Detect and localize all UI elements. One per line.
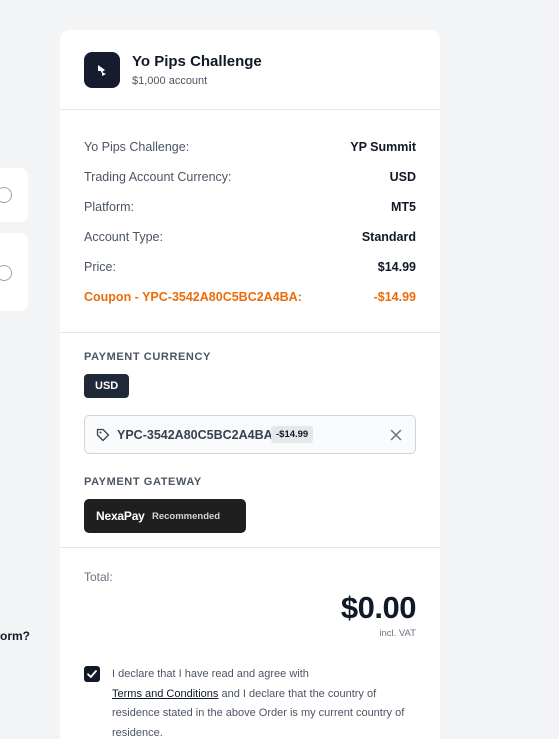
- total-label: Total:: [84, 570, 113, 584]
- order-summary-card: Yo Pips Challenge $1,000 account Yo Pips…: [60, 30, 440, 739]
- terms-link[interactable]: Terms and Conditions: [112, 688, 218, 700]
- recommended-badge: Recommended: [152, 511, 221, 522]
- detail-value: Standard: [361, 230, 416, 244]
- close-icon[interactable]: [389, 428, 403, 442]
- detail-row: Platform: MT5: [84, 192, 416, 222]
- account-size: $1,000 account: [132, 75, 208, 87]
- plan-option-card[interactable]: [0, 233, 28, 311]
- declaration: I declare that I have read and agree wit…: [84, 665, 416, 739]
- coupon-code: YPC-3542A80C5BC2A4BA: [117, 428, 273, 442]
- detail-label: Trading Account Currency:: [84, 170, 232, 184]
- detail-label: Platform:: [84, 200, 135, 214]
- detail-row: Account Type: Standard: [84, 222, 416, 252]
- total-section: Total: $0.00 incl. VAT I declare that I …: [60, 548, 440, 739]
- order-details: Yo Pips Challenge: YP Summit Trading Acc…: [60, 110, 440, 333]
- coupon-discount-badge: -$14.99: [271, 426, 314, 443]
- detail-value: $14.99: [377, 260, 416, 274]
- radio-button[interactable]: [0, 265, 12, 281]
- currency-usd-button[interactable]: USD: [84, 374, 130, 398]
- detail-value: USD: [389, 170, 416, 184]
- detail-value: YP Summit: [350, 140, 416, 154]
- radio-button[interactable]: [0, 187, 12, 203]
- detail-row: Price: $14.99: [84, 252, 416, 282]
- declaration-checkbox[interactable]: [84, 666, 100, 682]
- nexapay-gateway-button[interactable]: NexaPay Recommended: [84, 499, 246, 533]
- gateway-name: NexaPay: [96, 509, 145, 523]
- detail-value: MT5: [391, 200, 416, 214]
- tag-icon: [96, 428, 110, 447]
- detail-row: Yo Pips Challenge: YP Summit: [84, 132, 416, 162]
- order-header: Yo Pips Challenge $1,000 account: [60, 30, 440, 110]
- coupon-label: Coupon - YPC-3542A80C5BC2A4BA:: [84, 290, 302, 304]
- payment-section: PAYMENT CURRENCY USD YPC-3542A80C5BC2A4B…: [60, 333, 440, 548]
- vat-note: incl. VAT: [379, 628, 416, 639]
- product-title: Yo Pips Challenge: [132, 53, 262, 70]
- coupon-value: -$14.99: [373, 290, 416, 304]
- payment-gateway-heading: PAYMENT GATEWAY: [84, 476, 202, 488]
- detail-label: Price:: [84, 260, 116, 274]
- logo-icon: [84, 52, 120, 88]
- plan-option-card[interactable]: [0, 168, 28, 222]
- payment-currency-heading: PAYMENT CURRENCY: [84, 351, 211, 363]
- check-icon: [87, 670, 97, 678]
- applied-coupon-field[interactable]: YPC-3542A80C5BC2A4BA -$14.99: [84, 415, 416, 454]
- detail-label: Yo Pips Challenge:: [84, 140, 190, 154]
- total-amount: $0.00: [340, 590, 417, 625]
- detail-row: Trading Account Currency: USD: [84, 162, 416, 192]
- declaration-text-start: I declare that I have read and agree wit…: [112, 668, 309, 680]
- declaration-text: I declare that I have read and agree wit…: [112, 665, 416, 739]
- detail-label: Account Type:: [84, 230, 163, 244]
- question-text-fragment: orm?: [0, 629, 30, 643]
- coupon-row: Coupon - YPC-3542A80C5BC2A4BA: -$14.99: [84, 282, 416, 312]
